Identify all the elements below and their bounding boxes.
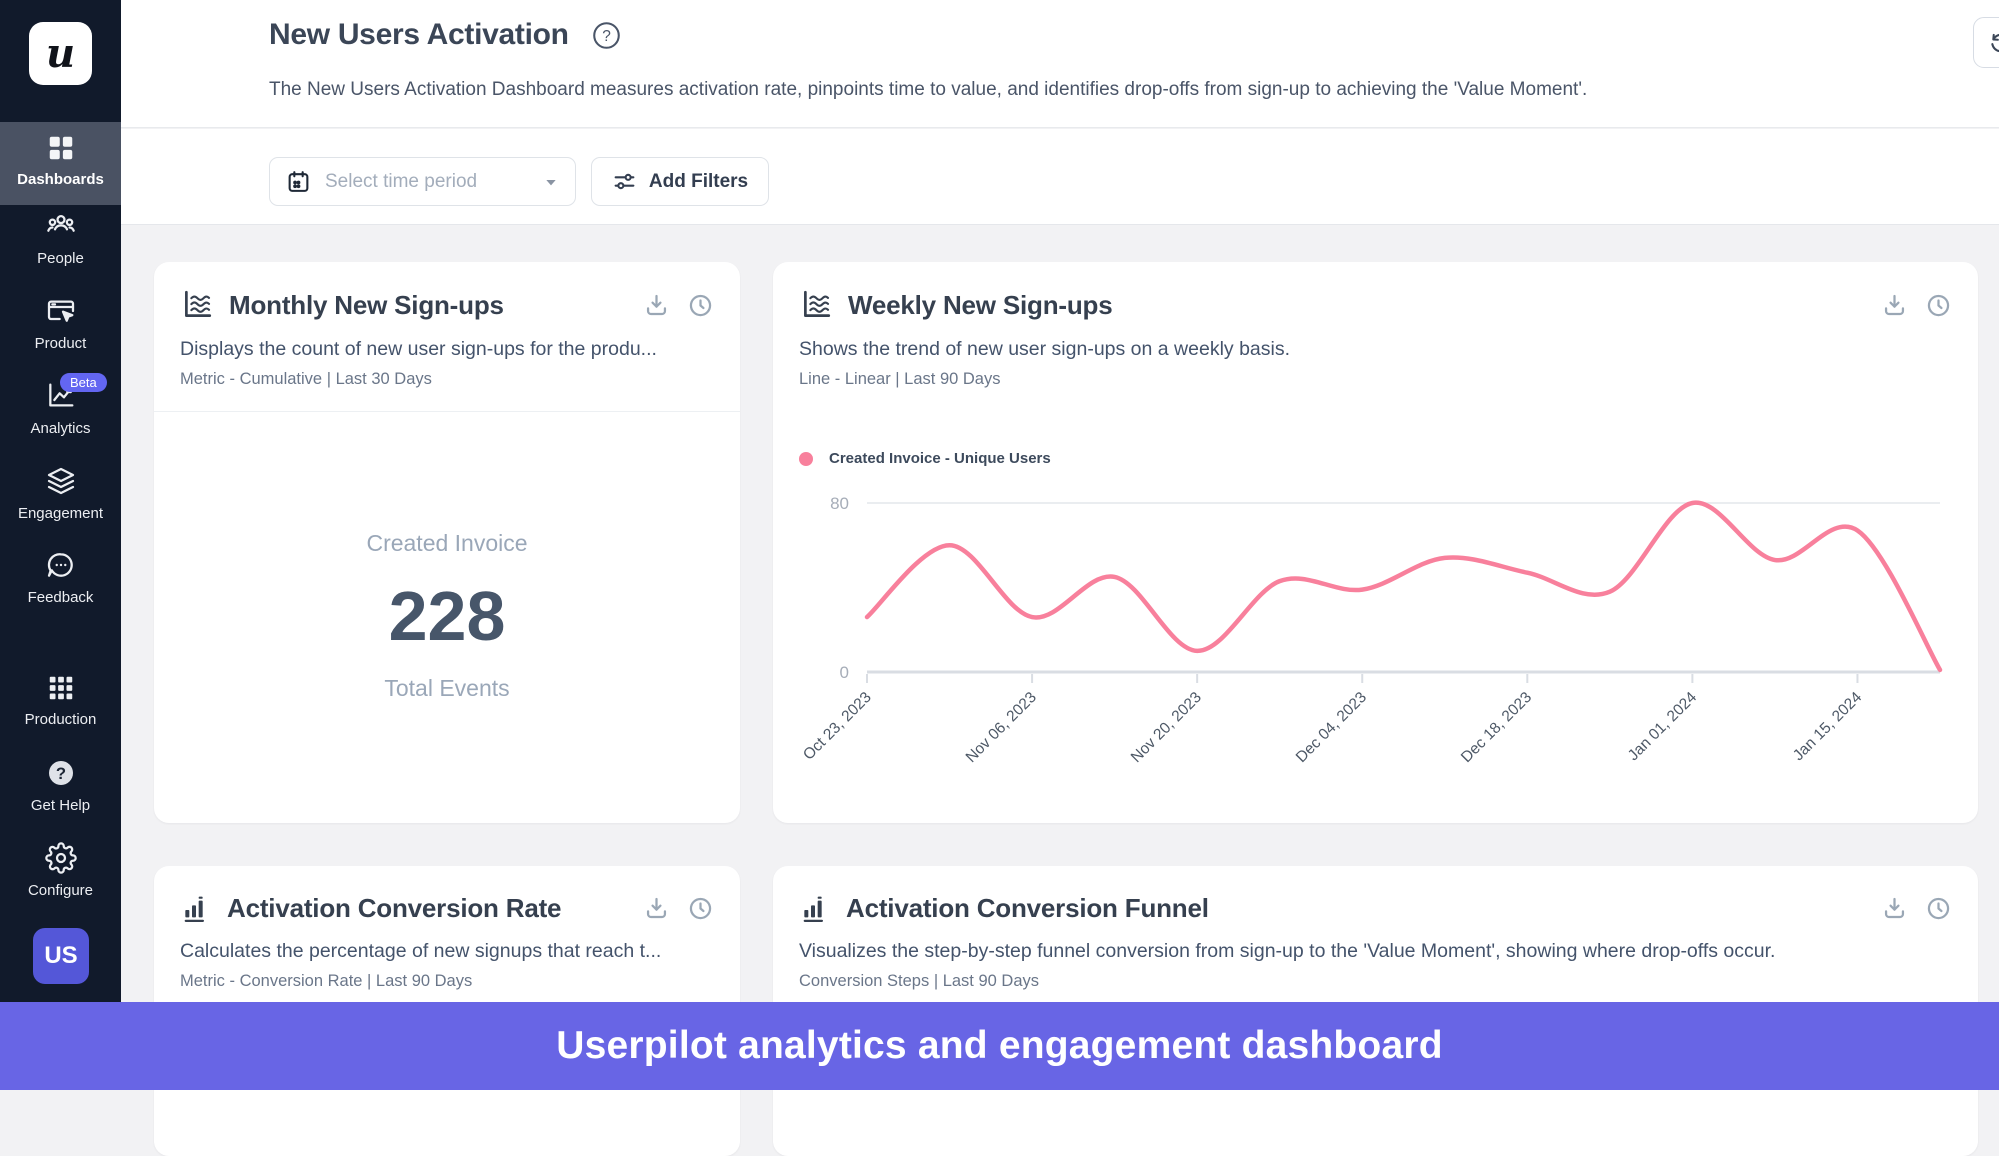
svg-text:Dec 18, 2023: Dec 18, 2023: [1458, 689, 1535, 766]
userpilot-logo[interactable]: u: [29, 22, 92, 85]
sidebar-item-get-help[interactable]: ? Get Help: [0, 757, 121, 814]
svg-text:?: ?: [602, 28, 611, 45]
card-title: Weekly New Sign-ups: [848, 290, 1866, 321]
metric-value: 228: [389, 581, 506, 651]
page-title: New Users Activation: [269, 18, 569, 52]
svg-text:Oct 23, 2023: Oct 23, 2023: [800, 689, 875, 764]
card-title: Activation Conversion Rate: [227, 893, 628, 924]
clock-icon[interactable]: [1925, 292, 1952, 319]
sidebar-item-people[interactable]: People: [0, 210, 121, 267]
card-title: Monthly New Sign-ups: [229, 290, 628, 321]
download-icon[interactable]: [1881, 292, 1908, 319]
svg-text:0: 0: [840, 663, 849, 682]
page-description: The New Users Activation Dashboard measu…: [269, 79, 1587, 101]
production-grid-icon: [46, 673, 76, 703]
divider: [154, 411, 740, 412]
sidebar-item-analytics[interactable]: Beta Analytics: [0, 380, 121, 437]
clock-icon[interactable]: [687, 895, 714, 922]
user-avatar[interactable]: US: [33, 928, 89, 984]
sidebar-item-label: Engagement: [0, 505, 121, 522]
card-meta: Metric - Conversion Rate | Last 90 Days: [154, 963, 740, 991]
sidebar-item-label: People: [0, 250, 121, 267]
download-icon[interactable]: [1881, 895, 1908, 922]
chart-legend[interactable]: Created Invoice - Unique Users: [799, 450, 1051, 467]
caption-text: Userpilot analytics and engagement dashb…: [556, 1024, 1443, 1068]
card-meta: Metric - Cumulative | Last 30 Days: [154, 361, 740, 389]
beta-badge: Beta: [60, 373, 107, 392]
title-help-icon[interactable]: ?: [591, 20, 622, 51]
caption-banner: Userpilot analytics and engagement dashb…: [0, 1002, 1999, 1090]
metric-body: Created Invoice 228 Total Events: [154, 416, 740, 816]
filter-bar: Select time period Add Filters: [121, 129, 1999, 225]
clock-icon[interactable]: [687, 292, 714, 319]
product-window-icon: [45, 295, 77, 327]
dashboards-grid-icon: [46, 133, 76, 163]
sidebar-item-dashboards[interactable]: Dashboards: [0, 122, 121, 205]
metric-label: Created Invoice: [366, 530, 527, 557]
card-meta: Line - Linear | Last 90 Days: [773, 361, 1978, 389]
time-period-placeholder: Select time period: [325, 171, 529, 193]
svg-text:Nov 20, 2023: Nov 20, 2023: [1128, 689, 1205, 766]
metric-sublabel: Total Events: [384, 675, 509, 702]
card-title: Activation Conversion Funnel: [846, 893, 1866, 924]
bar-chart-icon: [799, 892, 831, 924]
sidebar-item-label: Product: [0, 335, 121, 352]
time-period-select[interactable]: Select time period: [269, 157, 576, 206]
add-filters-label: Add Filters: [649, 171, 748, 193]
card-description: Displays the count of new user sign-ups …: [154, 322, 740, 361]
sidebar-item-engagement[interactable]: Engagement: [0, 465, 121, 522]
card-description: Calculates the percentage of new signups…: [154, 924, 740, 963]
sidebar-item-feedback[interactable]: Feedback: [0, 549, 121, 606]
bar-chart-icon: [180, 892, 212, 924]
card-weekly-new-signups: Weekly New Sign-ups Shows the trend of n…: [773, 262, 1978, 823]
sidebar-item-label: Feedback: [0, 589, 121, 606]
calendar-icon: [286, 169, 311, 194]
feedback-chat-icon: [45, 549, 77, 581]
legend-label: Created Invoice - Unique Users: [829, 450, 1051, 467]
clock-icon[interactable]: [1925, 895, 1952, 922]
gear-icon: [45, 842, 77, 874]
sidebar-item-label: Configure: [0, 882, 121, 899]
sidebar: u Dashboards People Product Beta Analyti…: [0, 0, 121, 1090]
svg-text:?: ?: [55, 764, 65, 783]
refresh-icon: [1988, 30, 1999, 56]
wave-chart-icon: [180, 288, 214, 322]
svg-text:Jan 01, 2024: Jan 01, 2024: [1625, 689, 1701, 765]
chevron-down-icon: [543, 174, 559, 190]
page-header: New Users Activation ? The New Users Act…: [121, 0, 1999, 128]
sidebar-item-production[interactable]: Production: [0, 673, 121, 728]
sidebar-item-label: Get Help: [0, 797, 121, 814]
download-icon[interactable]: [643, 292, 670, 319]
download-icon[interactable]: [643, 895, 670, 922]
add-filters-button[interactable]: Add Filters: [591, 157, 769, 206]
card-description: Visualizes the step-by-step funnel conve…: [773, 924, 1978, 963]
svg-text:80: 80: [830, 494, 849, 513]
wave-chart-icon: [799, 288, 833, 322]
refresh-button[interactable]: [1973, 17, 1999, 68]
filters-sliders-icon: [612, 169, 637, 194]
card-monthly-new-signups: Monthly New Sign-ups Displays the count …: [154, 262, 740, 823]
weekly-signups-line-chart: 0 80 Oct 23, 2023 Nov 06, 2023 Nov 20, 2023 D…: [781, 474, 1966, 809]
svg-text:Jan 15, 2024: Jan 15, 2024: [1790, 689, 1866, 765]
people-icon: [45, 210, 77, 242]
svg-text:Dec 04, 2023: Dec 04, 2023: [1293, 689, 1370, 766]
card-meta: Conversion Steps | Last 90 Days: [773, 963, 1978, 991]
sidebar-item-configure[interactable]: Configure: [0, 842, 121, 899]
svg-text:Nov 06, 2023: Nov 06, 2023: [963, 689, 1040, 766]
card-description: Shows the trend of new user sign-ups on …: [773, 322, 1978, 361]
sidebar-item-product[interactable]: Product: [0, 295, 121, 352]
help-circle-icon: ?: [45, 757, 77, 789]
sidebar-item-label: Production: [0, 711, 121, 728]
engagement-layers-icon: [45, 465, 77, 497]
sidebar-item-label: Analytics: [0, 420, 121, 437]
sidebar-item-label: Dashboards: [0, 171, 121, 188]
legend-dot: [799, 452, 813, 466]
